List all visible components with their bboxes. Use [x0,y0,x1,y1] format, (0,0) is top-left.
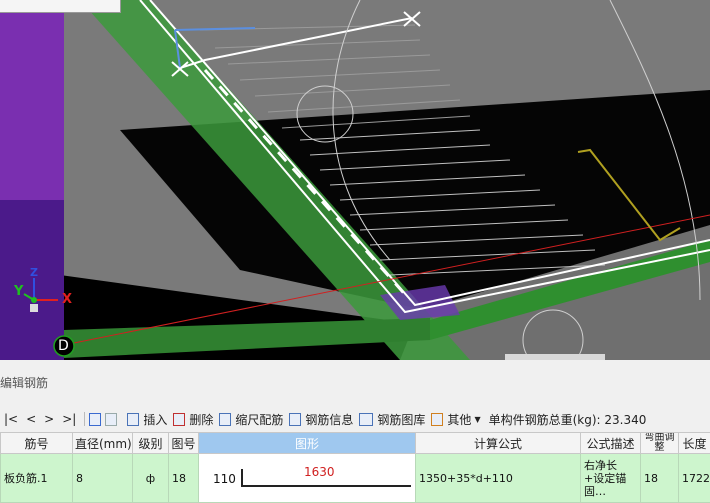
rebar-table: 筋号 直径(mm) 级别 图号 图形 计算公式 公式描述 弯曲调整 长度 板负筋… [0,432,710,503]
popup-edge [0,0,121,13]
separator [84,412,85,426]
delete-icon [173,413,185,426]
delete-label: 删除 [189,411,213,428]
col-header-length[interactable]: 长度 [679,433,710,454]
cell-bend-adjust[interactable]: 18 [641,454,679,503]
shape-main-line [241,485,411,487]
cell-shape[interactable]: 110 1630 [199,454,416,503]
axis-z-label: Z [30,266,38,279]
rebar-info-button[interactable]: 钢筋信息 [289,411,353,428]
col-header-formula-desc[interactable]: 公式描述 [581,433,641,454]
col-header-shape[interactable]: 图形 [199,433,416,454]
beam-green-bottom [64,318,430,358]
view-badge-label[interactable]: D [58,338,69,354]
scale-icon [219,413,231,426]
rebar-library-button[interactable]: 钢筋图库 [359,411,425,428]
table-row[interactable]: 板负筋.1 8 ф 18 110 1630 1350+35*d+110 右净长+… [1,454,710,503]
rebar-edit-panel: 编辑钢筋 |< < > >| 插入 删除 缩尺配筋 钢筋信息 钢筋图库 [0,360,710,502]
cell-fig-no[interactable]: 18 [169,454,199,503]
cell-grade[interactable]: ф [133,454,169,503]
cell-formula-desc[interactable]: 右净长+设定锚固… [581,454,641,503]
toolbar: |< < > >| 插入 删除 缩尺配筋 钢筋信息 钢筋图库 其他 [0,408,646,430]
scale-label: 缩尺配筋 [235,411,283,428]
axis-x-label: X [62,292,72,307]
library-label: 钢筋图库 [377,411,425,428]
col-header-bend-adjust[interactable]: 弯曲调整 [641,433,679,454]
other-label: 其他 [447,411,471,428]
insert-button[interactable]: 插入 [127,411,167,428]
prev-record-button[interactable]: < [22,412,40,426]
insert-icon [127,413,139,426]
cell-length[interactable]: 1722 [679,454,710,503]
panel-title: 编辑钢筋 [0,374,48,391]
shape-left-length[interactable]: 110 [213,472,236,486]
first-record-button[interactable]: |< [0,412,22,426]
shape-main-length[interactable]: 1630 [304,465,335,479]
scale-rebar-button[interactable]: 缩尺配筋 [219,411,283,428]
cell-diameter[interactable]: 8 [73,454,133,503]
info-icon [289,413,301,426]
model-canvas[interactable] [0,0,710,360]
col-header-rebar-no[interactable]: 筋号 [1,433,73,454]
axis-y-label: Y [14,284,23,299]
delete-button[interactable]: 删除 [173,411,213,428]
move-down-icon[interactable] [105,413,117,426]
total-weight-text: 单构件钢筋总重(kg): 23.340 [489,411,647,428]
col-header-grade[interactable]: 级别 [133,433,169,454]
col-header-diameter[interactable]: 直径(mm) [73,433,133,454]
3d-viewport[interactable]: X Y Z D [0,0,710,360]
next-record-button[interactable]: > [40,412,58,426]
library-icon [359,413,373,426]
other-icon [431,413,443,426]
cell-formula[interactable]: 1350+35*d+110 [416,454,581,503]
table-header-row: 筋号 直径(mm) 级别 图号 图形 计算公式 公式描述 弯曲调整 长度 [1,433,710,454]
info-label: 钢筋信息 [305,411,353,428]
insert-label: 插入 [143,411,167,428]
last-record-button[interactable]: >| [58,412,80,426]
other-button[interactable]: 其他 ▼ [431,411,480,428]
cell-rebar-no[interactable]: 板负筋.1 [1,454,73,503]
col-header-formula[interactable]: 计算公式 [416,433,581,454]
rebar-shape-diagram: 110 1630 [199,455,415,501]
move-up-icon[interactable] [89,413,101,426]
chevron-down-icon: ▼ [474,415,480,424]
col-header-fig-no[interactable]: 图号 [169,433,199,454]
